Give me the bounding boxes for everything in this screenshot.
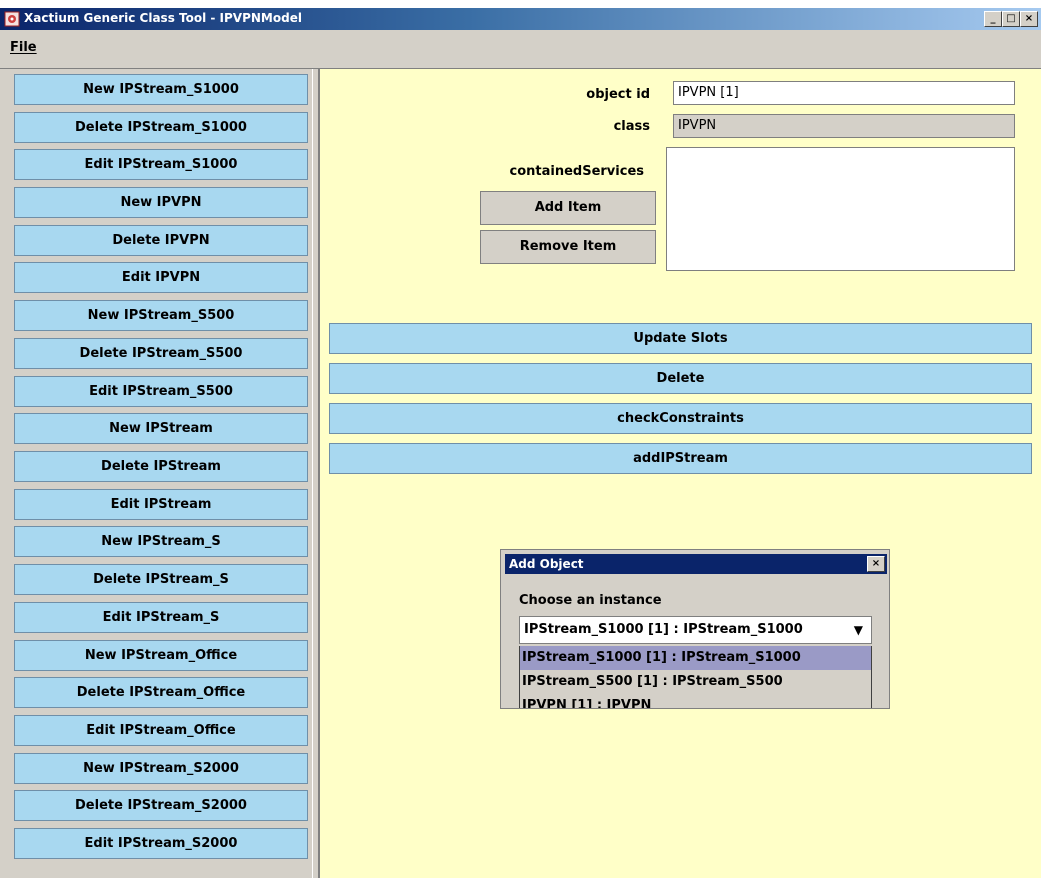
combo-selected-value: IPStream_S1000 [1] : IPStream_S1000: [524, 622, 803, 637]
instance-combo-box[interactable]: IPStream_S1000 [1] : IPStream_S1000 ▼: [519, 616, 872, 644]
class-label: class: [613, 119, 650, 134]
dropdown-option[interactable]: IPStream_S1000 [1] : IPStream_S1000: [520, 646, 871, 670]
dialog-close-button[interactable]: ×: [867, 556, 885, 572]
add-item-button[interactable]: Add Item: [480, 191, 656, 225]
new-ipstream-s1000-button[interactable]: New IPStream_S1000: [14, 74, 308, 105]
class-action-sidebar: New IPStream_S1000 Delete IPStream_S1000…: [0, 69, 312, 878]
edit-ipstream-s1000-button[interactable]: Edit IPStream_S1000: [14, 149, 308, 180]
app-icon: [4, 11, 20, 27]
delete-ipstream-s1000-button[interactable]: Delete IPStream_S1000: [14, 112, 308, 143]
remove-item-button[interactable]: Remove Item: [480, 230, 656, 264]
edit-ipstream-s2000-button[interactable]: Edit IPStream_S2000: [14, 828, 308, 859]
object-id-field[interactable]: IPVPN [1]: [673, 81, 1015, 105]
add-ipstream-button[interactable]: addIPStream: [329, 443, 1032, 474]
class-field: IPVPN: [673, 114, 1015, 138]
maximize-button[interactable]: □: [1002, 11, 1020, 27]
split-pane-divider[interactable]: [312, 69, 320, 878]
object-id-label: object id: [586, 87, 650, 102]
add-object-dialog: Add Object × Choose an instance IPStream…: [500, 549, 890, 709]
new-ipvpn-button[interactable]: New IPVPN: [14, 187, 308, 218]
delete-button[interactable]: Delete: [329, 363, 1032, 394]
contained-services-list[interactable]: [666, 147, 1015, 271]
delete-ipstream-s500-button[interactable]: Delete IPStream_S500: [14, 338, 308, 369]
dialog-title: Add Object: [509, 557, 584, 571]
window-titlebar[interactable]: Xactium Generic Class Tool - IPVPNModel …: [0, 8, 1041, 30]
chevron-down-icon[interactable]: ▼: [854, 617, 863, 643]
edit-ipvpn-button[interactable]: Edit IPVPN: [14, 262, 308, 293]
new-ipstream-office-button[interactable]: New IPStream_Office: [14, 640, 308, 671]
check-constraints-button[interactable]: checkConstraints: [329, 403, 1032, 434]
new-ipstream-s2000-button[interactable]: New IPStream_S2000: [14, 753, 308, 784]
menu-bar: File: [0, 30, 1041, 69]
edit-ipstream-s-button[interactable]: Edit IPStream_S: [14, 602, 308, 633]
delete-ipstream-s-button[interactable]: Delete IPStream_S: [14, 564, 308, 595]
delete-ipvpn-button[interactable]: Delete IPVPN: [14, 225, 308, 256]
edit-ipstream-button[interactable]: Edit IPStream: [14, 489, 308, 520]
new-ipstream-s-button[interactable]: New IPStream_S: [14, 526, 308, 557]
dialog-titlebar[interactable]: Add Object ×: [505, 554, 887, 574]
dropdown-option[interactable]: IPStream_S500 [1] : IPStream_S500: [520, 670, 871, 694]
minimize-button[interactable]: _: [984, 11, 1002, 27]
delete-ipstream-s2000-button[interactable]: Delete IPStream_S2000: [14, 790, 308, 821]
choose-instance-label: Choose an instance: [519, 593, 662, 608]
new-ipstream-s500-button[interactable]: New IPStream_S500: [14, 300, 308, 331]
delete-ipstream-button[interactable]: Delete IPStream: [14, 451, 308, 482]
edit-ipstream-office-button[interactable]: Edit IPStream_Office: [14, 715, 308, 746]
update-slots-button[interactable]: Update Slots: [329, 323, 1032, 354]
dropdown-option[interactable]: IPVPN [1] : IPVPN: [520, 694, 871, 708]
instance-dropdown-list[interactable]: IPStream_S1000 [1] : IPStream_S1000 IPSt…: [519, 646, 872, 708]
menu-file[interactable]: File: [10, 40, 37, 55]
edit-ipstream-s500-button[interactable]: Edit IPStream_S500: [14, 376, 308, 407]
object-editor-panel: object id IPVPN [1] class IPVPN containe…: [320, 69, 1041, 878]
window-title: Xactium Generic Class Tool - IPVPNModel: [24, 11, 302, 25]
close-button[interactable]: ×: [1020, 11, 1038, 27]
contained-services-label: containedServices: [509, 164, 645, 179]
delete-ipstream-office-button[interactable]: Delete IPStream_Office: [14, 677, 308, 708]
new-ipstream-button[interactable]: New IPStream: [14, 413, 308, 444]
